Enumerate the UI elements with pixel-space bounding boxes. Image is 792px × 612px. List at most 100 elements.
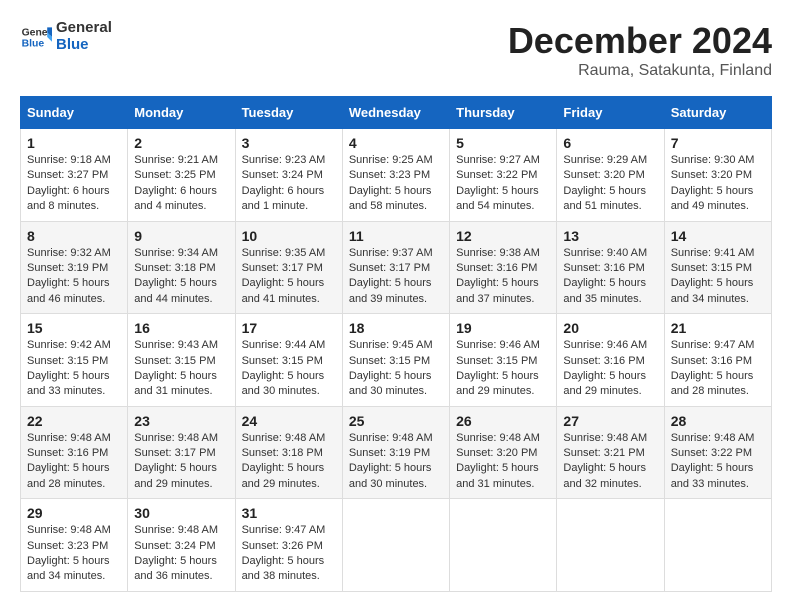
daylight-label: Daylight: 5 hours and 29 minutes. — [134, 462, 217, 489]
day-info: Sunrise: 9:21 AM Sunset: 3:25 PM Dayligh… — [134, 153, 228, 215]
day-info: Sunrise: 9:47 AM Sunset: 3:16 PM Dayligh… — [671, 338, 765, 400]
logo-icon: General Blue — [20, 21, 52, 53]
page-header: General Blue General Blue December 2024 … — [20, 20, 772, 80]
day-number: 20 — [563, 320, 657, 336]
calendar-week-4: 22 Sunrise: 9:48 AM Sunset: 3:16 PM Dayl… — [21, 406, 772, 499]
day-number: 2 — [134, 135, 228, 151]
day-info: Sunrise: 9:18 AM Sunset: 3:27 PM Dayligh… — [27, 153, 121, 215]
calendar-cell: 3 Sunrise: 9:23 AM Sunset: 3:24 PM Dayli… — [235, 129, 342, 222]
daylight-label: Daylight: 5 hours and 28 minutes. — [671, 370, 754, 397]
sunset-label: Sunset: 3:15 PM — [134, 355, 215, 367]
daylight-label: Daylight: 5 hours and 28 minutes. — [27, 462, 110, 489]
sunrise-label: Sunrise: 9:25 AM — [349, 154, 433, 166]
day-info: Sunrise: 9:37 AM Sunset: 3:17 PM Dayligh… — [349, 246, 443, 308]
day-info: Sunrise: 9:38 AM Sunset: 3:16 PM Dayligh… — [456, 246, 550, 308]
calendar-cell: 26 Sunrise: 9:48 AM Sunset: 3:20 PM Dayl… — [450, 406, 557, 499]
day-header-thursday: Thursday — [450, 97, 557, 129]
sunset-label: Sunset: 3:20 PM — [456, 447, 537, 459]
sunrise-label: Sunrise: 9:18 AM — [27, 154, 111, 166]
sunrise-label: Sunrise: 9:48 AM — [242, 432, 326, 444]
sunrise-label: Sunrise: 9:48 AM — [134, 432, 218, 444]
calendar-cell: 14 Sunrise: 9:41 AM Sunset: 3:15 PM Dayl… — [664, 221, 771, 314]
day-header-saturday: Saturday — [664, 97, 771, 129]
day-header-monday: Monday — [128, 97, 235, 129]
calendar-table: SundayMondayTuesdayWednesdayThursdayFrid… — [20, 96, 772, 592]
calendar-cell: 29 Sunrise: 9:48 AM Sunset: 3:23 PM Dayl… — [21, 499, 128, 592]
calendar-cell: 4 Sunrise: 9:25 AM Sunset: 3:23 PM Dayli… — [342, 129, 449, 222]
daylight-label: Daylight: 5 hours and 36 minutes. — [134, 555, 217, 582]
calendar-cell: 9 Sunrise: 9:34 AM Sunset: 3:18 PM Dayli… — [128, 221, 235, 314]
daylight-label: Daylight: 5 hours and 51 minutes. — [563, 185, 646, 212]
day-number: 27 — [563, 413, 657, 429]
day-info: Sunrise: 9:41 AM Sunset: 3:15 PM Dayligh… — [671, 246, 765, 308]
day-number: 15 — [27, 320, 121, 336]
calendar-cell: 22 Sunrise: 9:48 AM Sunset: 3:16 PM Dayl… — [21, 406, 128, 499]
day-number: 25 — [349, 413, 443, 429]
calendar-cell: 24 Sunrise: 9:48 AM Sunset: 3:18 PM Dayl… — [235, 406, 342, 499]
sunrise-label: Sunrise: 9:48 AM — [27, 432, 111, 444]
sunrise-label: Sunrise: 9:32 AM — [27, 247, 111, 259]
sunrise-label: Sunrise: 9:48 AM — [349, 432, 433, 444]
daylight-label: Daylight: 5 hours and 58 minutes. — [349, 185, 432, 212]
daylight-label: Daylight: 5 hours and 29 minutes. — [563, 370, 646, 397]
day-number: 7 — [671, 135, 765, 151]
day-number: 30 — [134, 505, 228, 521]
sunrise-label: Sunrise: 9:46 AM — [563, 339, 647, 351]
sunset-label: Sunset: 3:21 PM — [563, 447, 644, 459]
daylight-label: Daylight: 5 hours and 41 minutes. — [242, 277, 325, 304]
calendar-cell: 10 Sunrise: 9:35 AM Sunset: 3:17 PM Dayl… — [235, 221, 342, 314]
day-info: Sunrise: 9:48 AM Sunset: 3:23 PM Dayligh… — [27, 523, 121, 585]
svg-text:Blue: Blue — [22, 38, 45, 49]
day-info: Sunrise: 9:29 AM Sunset: 3:20 PM Dayligh… — [563, 153, 657, 215]
daylight-label: Daylight: 5 hours and 32 minutes. — [563, 462, 646, 489]
day-number: 19 — [456, 320, 550, 336]
location-text: Rauma, Satakunta, Finland — [508, 62, 772, 80]
calendar-cell: 25 Sunrise: 9:48 AM Sunset: 3:19 PM Dayl… — [342, 406, 449, 499]
sunset-label: Sunset: 3:16 PM — [563, 262, 644, 274]
sunrise-label: Sunrise: 9:29 AM — [563, 154, 647, 166]
calendar-cell: 31 Sunrise: 9:47 AM Sunset: 3:26 PM Dayl… — [235, 499, 342, 592]
month-title: December 2024 — [508, 20, 772, 62]
calendar-cell: 11 Sunrise: 9:37 AM Sunset: 3:17 PM Dayl… — [342, 221, 449, 314]
day-number: 26 — [456, 413, 550, 429]
calendar-week-1: 1 Sunrise: 9:18 AM Sunset: 3:27 PM Dayli… — [21, 129, 772, 222]
sunrise-label: Sunrise: 9:41 AM — [671, 247, 755, 259]
sunset-label: Sunset: 3:19 PM — [349, 447, 430, 459]
day-number: 13 — [563, 228, 657, 244]
sunset-label: Sunset: 3:15 PM — [456, 355, 537, 367]
sunrise-label: Sunrise: 9:48 AM — [671, 432, 755, 444]
daylight-label: Daylight: 5 hours and 49 minutes. — [671, 185, 754, 212]
day-info: Sunrise: 9:32 AM Sunset: 3:19 PM Dayligh… — [27, 246, 121, 308]
calendar-cell: 23 Sunrise: 9:48 AM Sunset: 3:17 PM Dayl… — [128, 406, 235, 499]
calendar-header-row: SundayMondayTuesdayWednesdayThursdayFrid… — [21, 97, 772, 129]
calendar-cell: 7 Sunrise: 9:30 AM Sunset: 3:20 PM Dayli… — [664, 129, 771, 222]
sunrise-label: Sunrise: 9:34 AM — [134, 247, 218, 259]
sunrise-label: Sunrise: 9:48 AM — [27, 524, 111, 536]
day-info: Sunrise: 9:43 AM Sunset: 3:15 PM Dayligh… — [134, 338, 228, 400]
day-info: Sunrise: 9:40 AM Sunset: 3:16 PM Dayligh… — [563, 246, 657, 308]
calendar-cell: 21 Sunrise: 9:47 AM Sunset: 3:16 PM Dayl… — [664, 314, 771, 407]
calendar-cell — [450, 499, 557, 592]
sunset-label: Sunset: 3:17 PM — [134, 447, 215, 459]
day-header-friday: Friday — [557, 97, 664, 129]
day-number: 21 — [671, 320, 765, 336]
sunrise-label: Sunrise: 9:47 AM — [242, 524, 326, 536]
calendar-cell: 28 Sunrise: 9:48 AM Sunset: 3:22 PM Dayl… — [664, 406, 771, 499]
calendar-cell: 17 Sunrise: 9:44 AM Sunset: 3:15 PM Dayl… — [235, 314, 342, 407]
daylight-label: Daylight: 5 hours and 30 minutes. — [242, 370, 325, 397]
sunset-label: Sunset: 3:18 PM — [242, 447, 323, 459]
sunrise-label: Sunrise: 9:35 AM — [242, 247, 326, 259]
calendar-cell: 12 Sunrise: 9:38 AM Sunset: 3:16 PM Dayl… — [450, 221, 557, 314]
sunset-label: Sunset: 3:17 PM — [349, 262, 430, 274]
calendar-cell: 8 Sunrise: 9:32 AM Sunset: 3:19 PM Dayli… — [21, 221, 128, 314]
day-info: Sunrise: 9:48 AM Sunset: 3:16 PM Dayligh… — [27, 431, 121, 493]
day-info: Sunrise: 9:48 AM Sunset: 3:22 PM Dayligh… — [671, 431, 765, 493]
sunrise-label: Sunrise: 9:44 AM — [242, 339, 326, 351]
day-info: Sunrise: 9:46 AM Sunset: 3:15 PM Dayligh… — [456, 338, 550, 400]
daylight-label: Daylight: 6 hours and 4 minutes. — [134, 185, 217, 212]
calendar-cell: 6 Sunrise: 9:29 AM Sunset: 3:20 PM Dayli… — [557, 129, 664, 222]
calendar-cell: 2 Sunrise: 9:21 AM Sunset: 3:25 PM Dayli… — [128, 129, 235, 222]
day-number: 1 — [27, 135, 121, 151]
daylight-label: Daylight: 5 hours and 54 minutes. — [456, 185, 539, 212]
calendar-cell — [664, 499, 771, 592]
